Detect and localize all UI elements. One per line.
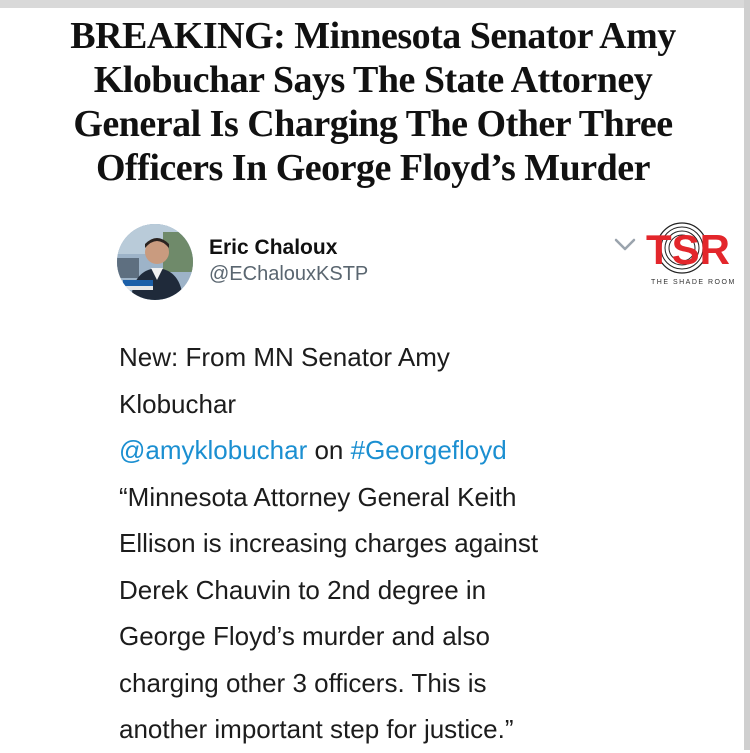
quote-line: George Floyd’s murder and also [119,621,490,651]
quote-line: “Minnesota Attorney General Keith [119,481,517,512]
headline-line: BREAKING: Minnesota Senator Amy [70,15,676,57]
tweet-text-line: Klobuchar [119,388,237,419]
hashtag-link[interactable]: #Georgefloyd [351,435,507,465]
headline-line: General Is Charging The Other Three [73,103,673,145]
quote-line: another important step for justice.” [119,714,514,744]
author-handle[interactable]: @EChalouxKSTP [209,263,368,286]
tweet-body: New: From MN Senator Amy Klobuchar @amyk… [119,334,639,753]
right-edge [744,0,750,750]
mention-link[interactable]: @amyklobuchar [119,435,307,465]
quote-line: charging other 3 officers. This is [119,667,487,698]
top-border [0,0,750,8]
tweet-mention-line: @amyklobuchar on #Georgefloyd [119,427,639,474]
tweet-text-line: New: From MN Senator Amy [119,342,450,372]
quote-line: Derek Chauvin to 2nd degree in [119,574,487,605]
headline: BREAKING: Minnesota Senator Amy Klobucha… [8,14,738,190]
avatar[interactable] [117,224,193,300]
headline-line: Officers In George Floyd’s Murder [95,147,651,189]
tsr-caption: THE SHADE ROOM [651,279,736,286]
quote-line: Ellison is increasing charges against [119,528,539,558]
headline-line: Klobuchar Says The State Attorney [93,59,653,101]
on-text: on [307,435,351,465]
author-name[interactable]: Eric Chaloux [209,236,337,260]
tsr-logo-text: TSR [646,226,730,273]
avatar-photo [117,224,193,300]
